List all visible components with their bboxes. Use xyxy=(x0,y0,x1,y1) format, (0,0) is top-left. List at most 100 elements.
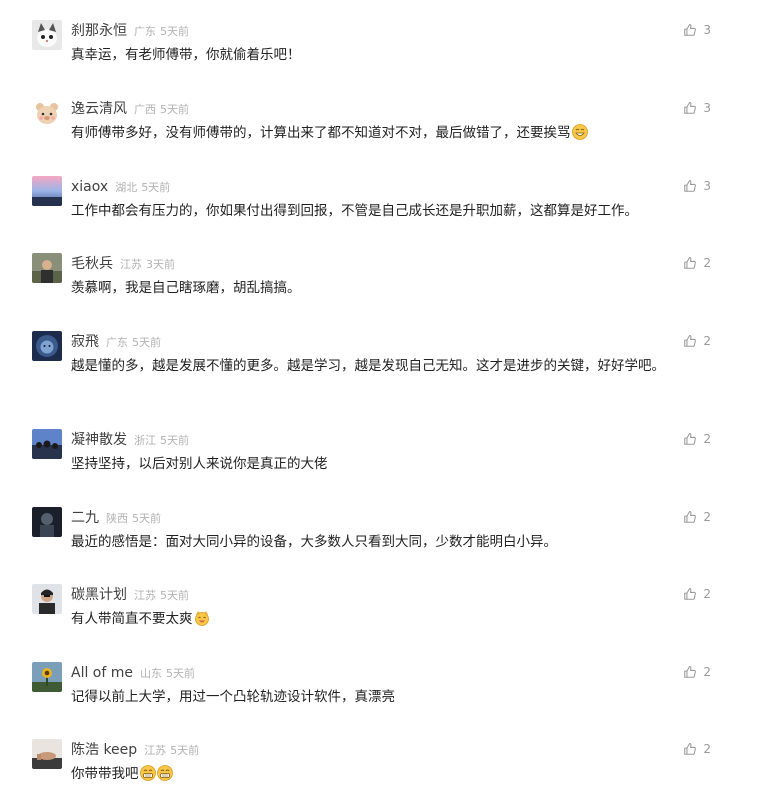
comment-item: 二九 陕西 5天前最近的感悟是：面对大同小异的设备，大多数人只看到大同，少数才能明白… xyxy=(0,507,761,554)
comment-text: 有人带简直不要太爽 xyxy=(71,611,193,627)
username[interactable]: 毛秋兵 xyxy=(71,256,113,272)
lion-avatar[interactable] xyxy=(32,331,62,361)
timestamp: 5天前 xyxy=(160,434,189,447)
location-label: 广东 xyxy=(134,25,156,38)
timestamp: 5天前 xyxy=(141,181,171,194)
username[interactable]: 凝神散发 xyxy=(71,432,127,448)
location-label: 陕西 xyxy=(106,512,128,525)
like-count: 2 xyxy=(703,665,711,679)
location-label: 浙江 xyxy=(134,434,156,447)
thumbs-up-icon xyxy=(683,23,697,37)
comment-text: 坚持坚持，以后对别人来说你是真正的大佬 xyxy=(71,456,328,472)
comment-content: 有师傅带多好，没有师傅带的，计算出来了都不知道对不对，最后做错了，还要挨骂 xyxy=(71,122,711,145)
comment-meta: All of me 山东 5天前 xyxy=(71,662,711,682)
thumbs-up-icon xyxy=(683,665,697,679)
thumbs-up-icon xyxy=(683,510,697,524)
location-label: 湖北 xyxy=(115,181,138,194)
bear-avatar[interactable] xyxy=(32,98,62,128)
person-avatar[interactable] xyxy=(32,253,62,283)
comment-content: 越是懂的多，越是发展不懂的更多。越是学习，越是发现自己无知。这才是进步的关键，好… xyxy=(71,355,711,378)
username[interactable]: All of me xyxy=(71,665,133,681)
comment-content: 最近的感悟是：面对大同小异的设备，大多数人只看到大同，少数才能明白小异。 xyxy=(71,531,711,554)
sunflower-avatar[interactable] xyxy=(32,662,62,692)
comment-item: 碳黑计划 江苏 5天前 有人带简直不要太爽 2 xyxy=(0,584,761,631)
hand-avatar[interactable] xyxy=(32,739,62,769)
username[interactable]: 陈浩 keep xyxy=(71,742,137,758)
comment-meta: xiaox 湖北 5天前 xyxy=(71,176,711,196)
like-count: 2 xyxy=(703,510,711,524)
timestamp: 5天前 xyxy=(170,744,200,757)
comment-meta: 二九 陕西 5天前 xyxy=(71,507,711,527)
location-label: 山东 xyxy=(140,667,163,680)
location-label: 江苏 xyxy=(134,589,156,602)
location-label: 广西 xyxy=(134,103,156,116)
sky-avatar[interactable] xyxy=(32,176,62,206)
username[interactable]: 寂飛 xyxy=(71,334,99,350)
comment-item: 毛秋兵 江苏 3天前羡慕啊，我是自己瞎琢磨，胡乱搞搞。 2 xyxy=(0,253,761,300)
thumbs-up-icon xyxy=(683,742,697,756)
like-button[interactable]: 2 xyxy=(683,584,711,604)
comment-item: 寂飛 广东 5天前越是懂的多，越是发展不懂的更多。越是学习，越是发现自己无知。这才是… xyxy=(0,331,761,378)
comment-content: 真幸运，有老师傅带，你就偷着乐吧！ xyxy=(71,44,711,67)
comment-item: xiaox 湖北 5天前工作中都会有压力的，你如果付出得到回报，不管是自己成长还是升… xyxy=(0,176,761,223)
dark-avatar[interactable] xyxy=(32,507,62,537)
timestamp: 5天前 xyxy=(166,667,196,680)
username[interactable]: 逸云清风 xyxy=(71,101,127,117)
thumbs-up-icon xyxy=(683,432,697,446)
comment-item: 陈浩 keep 江苏 5天前你带带我吧 2 xyxy=(0,739,761,786)
comment-content: 有人带简直不要太爽 xyxy=(71,608,711,631)
like-count: 2 xyxy=(703,256,711,270)
grin-emoji xyxy=(156,765,173,781)
like-count: 2 xyxy=(703,587,711,601)
comment-text: 记得以前上大学，用过一个凸轮轨迹设计软件，真漂亮 xyxy=(71,689,395,705)
comment-meta: 陈浩 keep 江苏 5天前 xyxy=(71,739,711,759)
comment-meta: 刹那永恒 广东 5天前 xyxy=(71,20,711,40)
man-avatar[interactable] xyxy=(32,584,62,614)
smile-emoji xyxy=(571,124,588,140)
comment-text: 工作中都会有压力的，你如果付出得到回报，不管是自己成长还是升职加薪，这都算是好工… xyxy=(71,203,638,219)
thumbs-up-icon xyxy=(683,334,697,348)
thumbs-up-icon xyxy=(683,587,697,601)
timestamp: 5天前 xyxy=(132,336,161,349)
like-count: 3 xyxy=(703,23,711,37)
like-button[interactable]: 3 xyxy=(683,176,711,196)
username[interactable]: 二九 xyxy=(71,510,99,526)
like-count: 2 xyxy=(703,334,711,348)
crowd-avatar[interactable] xyxy=(32,429,62,459)
cat-avatar[interactable] xyxy=(32,20,62,50)
timestamp: 5天前 xyxy=(160,25,189,38)
comment-content: 羡慕啊，我是自己瞎琢磨，胡乱搞搞。 xyxy=(71,277,711,300)
comment-content: 工作中都会有压力的，你如果付出得到回报，不管是自己成长还是升职加薪，这都算是好工… xyxy=(71,200,711,223)
username[interactable]: 碳黑计划 xyxy=(71,587,127,603)
like-button[interactable]: 3 xyxy=(683,20,711,40)
comment-text: 你带带我吧 xyxy=(71,766,139,782)
comment-item: 刹那永恒 广东 5天前真幸运，有老师傅带，你就偷着乐吧！ 3 xyxy=(0,20,761,67)
like-button[interactable]: 2 xyxy=(683,429,711,449)
username[interactable]: xiaox xyxy=(71,179,108,195)
comment-text: 真幸运，有老师傅带，你就偷着乐吧！ xyxy=(71,47,301,63)
like-button[interactable]: 3 xyxy=(683,98,711,118)
timestamp: 5天前 xyxy=(132,512,161,525)
comment-text: 羡慕啊，我是自己瞎琢磨，胡乱搞搞。 xyxy=(71,280,301,296)
like-button[interactable]: 2 xyxy=(683,507,711,527)
comment-content: 记得以前上大学，用过一个凸轮轨迹设计软件，真漂亮 xyxy=(71,686,711,709)
comment-meta: 逸云清风 广西 5天前 xyxy=(71,98,711,118)
thumbs-up-icon xyxy=(683,179,697,193)
like-button[interactable]: 2 xyxy=(683,739,711,759)
like-button[interactable]: 2 xyxy=(683,253,711,273)
like-count: 3 xyxy=(703,101,711,115)
like-button[interactable]: 2 xyxy=(683,331,711,351)
location-label: 江苏 xyxy=(120,258,142,271)
comment-meta: 毛秋兵 江苏 3天前 xyxy=(71,253,711,273)
location-label: 广东 xyxy=(106,336,128,349)
thumbs-up-icon xyxy=(683,256,697,270)
comment-text: 最近的感悟是：面对大同小异的设备，大多数人只看到大同，少数才能明白小异。 xyxy=(71,534,557,550)
comment-content: 坚持坚持，以后对别人来说你是真正的大佬 xyxy=(71,453,711,476)
like-count: 3 xyxy=(703,179,711,193)
cat-laugh-emoji xyxy=(194,611,209,626)
comment-text: 有师傅带多好，没有师傅带的，计算出来了都不知道对不对，最后做错了，还要挨骂 xyxy=(71,125,571,141)
thumbs-up-icon xyxy=(683,101,697,115)
like-button[interactable]: 2 xyxy=(683,662,711,682)
comment-meta: 凝神散发 浙江 5天前 xyxy=(71,429,711,449)
username[interactable]: 刹那永恒 xyxy=(71,23,127,39)
